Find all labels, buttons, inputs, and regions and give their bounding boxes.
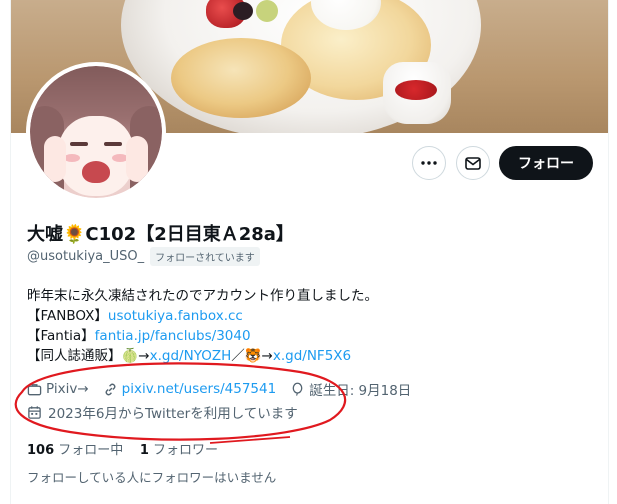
avatar-eye-left (70, 142, 88, 146)
birthday-item: 誕生日: 9月18日 (290, 379, 411, 399)
followers-label: フォロワー (153, 443, 219, 458)
banner-jam (395, 80, 437, 100)
briefcase-icon (27, 383, 42, 395)
handle-row: @usotukiya_USO_ フォローされています (27, 247, 260, 266)
calendar-icon (28, 405, 41, 419)
bio-line: 【Fantia】fantia.jp/fanclubs/3040 (27, 326, 378, 346)
more-icon (421, 161, 437, 165)
bio-label: 【Fantia】 (27, 328, 95, 344)
profile-meta-row: Pixiv→ pixiv.net/users/457541 誕生日: 9月18日 (27, 379, 419, 399)
column-right-border (608, 0, 609, 504)
avatar-hand-left (44, 136, 66, 182)
birthday-text: 誕生日: 9月18日 (309, 383, 412, 399)
avatar-eye-right (104, 142, 122, 146)
user-handle: @usotukiya_USO_ (27, 249, 145, 264)
joined-date: 2023年6月からTwitterを利用しています (48, 406, 298, 422)
avatar-mouth (82, 161, 110, 183)
bio-label: 【FANBOX】 (27, 308, 108, 324)
following-count: 106 (27, 443, 55, 458)
followers-link[interactable]: 1 フォロワー (140, 443, 218, 458)
website-link[interactable]: pixiv.net/users/457541 (122, 381, 277, 397)
bio-label: 【同人誌通販】🍈→ (27, 348, 150, 364)
banner-blackberry (233, 2, 253, 20)
avatar-illustration (30, 66, 162, 198)
balloon-icon (292, 382, 303, 396)
follow-button[interactable]: フォロー (499, 146, 593, 180)
fanbox-link[interactable]: usotukiya.fanbox.cc (108, 308, 243, 324)
display-name: 大嘘🌻C102【2日目東Ａ28a】 (27, 224, 294, 245)
following-link[interactable]: 106 フォロー中 (27, 443, 123, 458)
message-button[interactable] (456, 146, 490, 180)
link-icon (105, 383, 116, 395)
profile-bio: 昨年末に永久凍結されたのでアカウント作り直しました。 【FANBOX】usotu… (27, 286, 378, 366)
followers-count: 1 (139, 443, 149, 458)
bio-line: 昨年末に永久凍結されたのでアカウント作り直しました。 (27, 288, 378, 304)
bio-line: 【FANBOX】usotukiya.fanbox.cc (27, 306, 378, 326)
website-item: pixiv.net/users/457541 (103, 381, 277, 397)
more-button[interactable] (412, 146, 446, 180)
category-item: Pixiv→ (27, 381, 89, 397)
fantia-link[interactable]: fantia.jp/fanclubs/3040 (95, 328, 251, 344)
avatar-blush-left (64, 154, 80, 162)
shop-link-2[interactable]: x.gd/NF5X6 (273, 348, 351, 364)
follows-you-badge: フォローされています (150, 247, 260, 266)
avatar[interactable] (26, 62, 166, 202)
mutual-followers-note: フォローしている人にフォロワーはいません (27, 470, 277, 485)
banner-kiwi (256, 0, 278, 22)
envelope-icon (465, 156, 481, 170)
avatar-hand-right (126, 136, 148, 182)
following-label: フォロー中 (58, 443, 124, 458)
bio-separator: ／🐯→ (231, 348, 273, 364)
joined-row: 2023年6月からTwitterを利用しています (27, 402, 298, 422)
bio-line: 【同人誌通販】🍈→x.gd/NYOZH／🐯→x.gd/NF5X6 (27, 346, 378, 366)
category-label: Pixiv→ (46, 381, 89, 397)
shop-link-1[interactable]: x.gd/NYOZH (150, 348, 232, 364)
banner-pancake (171, 38, 311, 118)
follow-stats: 106 フォロー中 1 フォロワー (27, 439, 218, 458)
